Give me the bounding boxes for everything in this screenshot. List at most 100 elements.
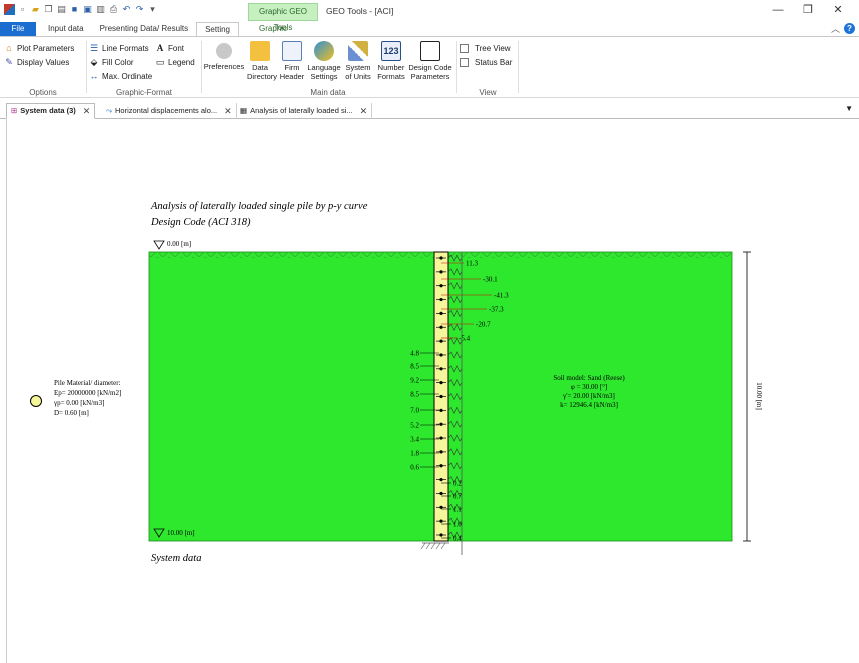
system-of-units-button[interactable]: System of Units [343, 41, 373, 81]
preferences-button[interactable]: Preferences [203, 41, 245, 72]
base-hatch-line [425, 542, 431, 550]
base-hatch-line [435, 542, 441, 550]
doc-tab-analysis[interactable]: ▦ Analysis of laterally loaded si... ✕ [236, 103, 373, 119]
base-hatch-line [430, 542, 436, 550]
soil-model-phi: φ = 30.00 [°] [571, 383, 607, 391]
close-tab-icon[interactable]: ✕ [224, 104, 232, 118]
title-bar: ▫ ▰ ❐ ▤ ■ ▣ ▥ ⎙ ↶ ↷ ▾ Graphic GEO Tools … [0, 0, 859, 32]
preferences-icon [216, 43, 232, 59]
close-tab-icon[interactable]: ✕ [83, 104, 91, 118]
restore-icon[interactable]: ❐ [793, 2, 823, 18]
fill-color-label: Fill Color [102, 57, 134, 67]
print-preview-icon[interactable]: ▥ [95, 4, 106, 15]
group-options: ⌂ Plot Parameters ✎ Display Values Optio… [4, 39, 82, 97]
doc-tab-label: Horizontal displacements alo... [115, 106, 218, 115]
pile-material-d: D= 0.60 [m] [54, 409, 89, 417]
group-main-data: Preferences Data Directory Firm Header L… [203, 39, 453, 97]
left-value-label: 5.2 [410, 422, 419, 430]
pile-material-heading: Pile Material/ diameter: [54, 379, 121, 387]
firm-header-button[interactable]: Firm Header [275, 41, 309, 81]
minimize-icon[interactable]: — [763, 2, 793, 18]
app-logo-icon[interactable] [4, 4, 15, 15]
language-settings-icon [314, 41, 334, 61]
design-code-icon [420, 41, 440, 61]
plot-parameters-label: Plot Parameters [17, 43, 75, 53]
pile-base-hatch [420, 542, 446, 550]
window-title: GEO Tools - [ACI] [326, 6, 394, 16]
drawing-canvas: 0.00 [m] 10.00 [m] 10.00 [m] Analysis of… [6, 119, 859, 663]
collapse-ribbon-icon[interactable]: ︿ [831, 22, 840, 35]
window-controls: — ❐ ✕ [763, 2, 853, 18]
close-icon[interactable]: ✕ [823, 2, 853, 18]
doc-tab-label: Analysis of laterally loaded si... [250, 106, 353, 115]
font-button[interactable]: A Font [155, 41, 195, 55]
firm-header-label-2: Header [279, 71, 305, 81]
left-value-label: 4.8 [410, 350, 419, 358]
left-value-label: 8.5 [410, 363, 419, 371]
tab-graphic[interactable]: Graphic [239, 22, 307, 36]
right-value-label: -30.1 [483, 276, 498, 284]
firm-header-icon [282, 41, 302, 61]
save-icon[interactable]: ■ [69, 4, 80, 15]
group-label-main-data: Main data [310, 88, 346, 97]
fill-color-button[interactable]: ⬙ Fill Color [89, 55, 152, 69]
max-ordinate-label: Max. Ordinate [102, 71, 153, 81]
group-label-options: Options [29, 88, 57, 97]
tree-view-checkbox[interactable]: Tree View [460, 41, 516, 55]
print-icon[interactable]: ⎙ [108, 4, 119, 15]
left-value-label: 3.4 [410, 436, 419, 444]
left-value-label: 7.0 [410, 407, 419, 415]
font-icon: A [156, 43, 164, 53]
design-code-parameters-button[interactable]: Design Code Parameters [407, 41, 453, 81]
data-directory-button[interactable]: Data Directory [247, 41, 277, 81]
doc-tab-horizontal-displacements[interactable]: ⤳ Horizontal displacements alo... ✕ [102, 103, 237, 119]
right-value-label: 11.3 [466, 260, 478, 268]
redo-icon[interactable]: ↷ [134, 4, 145, 15]
ribbon: ⌂ Plot Parameters ✎ Display Values Optio… [0, 36, 859, 98]
tab-setting[interactable]: Setting [196, 22, 239, 36]
line-formats-button[interactable]: ☰ Line Formats [89, 41, 152, 55]
status-bar-label: Status Bar [475, 57, 513, 67]
undo-icon[interactable]: ↶ [121, 4, 132, 15]
legend-button[interactable]: ▭ Legend [155, 55, 195, 69]
base-hatch-line [420, 542, 426, 550]
tab-presenting-data[interactable]: Presenting Data/ Results [92, 22, 197, 36]
tab-list-dropdown-icon[interactable]: ▼ [845, 104, 853, 113]
report-icon: ▦ [240, 106, 248, 115]
qat-dropdown-icon[interactable]: ▾ [147, 4, 158, 15]
doc-tab-system-data[interactable]: ⊞ System data (3) ✕ [6, 103, 96, 119]
left-value-label: 1.8 [410, 450, 419, 458]
right-value-label: 1.1 [453, 506, 462, 514]
plot-parameters-button[interactable]: ⌂ Plot Parameters [4, 41, 82, 55]
status-bar-checkbox[interactable]: Status Bar [460, 55, 516, 69]
line-formats-label: Line Formats [102, 43, 149, 53]
left-value-label: 9.2 [410, 377, 419, 385]
display-values-button[interactable]: ✎ Display Values [4, 55, 82, 69]
paste-icon[interactable]: ▤ [56, 4, 67, 15]
left-side-values: 4.8 8.5 9.2 8.5 7.0 5.2 3.4 1.8 0.6 [410, 350, 419, 472]
chart-icon: ⤳ [106, 106, 112, 115]
max-ordinate-button[interactable]: ↔ Max. Ordinate [89, 69, 153, 83]
number-formats-button[interactable]: 123 Number Formats [375, 41, 407, 81]
plot-parameters-icon: ⌂ [6, 43, 12, 53]
legend-label: Legend [168, 57, 195, 67]
new-icon[interactable]: ▫ [17, 4, 28, 15]
max-ordinate-icon: ↔ [89, 71, 99, 81]
tab-input-data[interactable]: Input data [40, 22, 92, 36]
status-bar-check-icon [460, 57, 469, 67]
document-tabs: ⊞ System data (3) ✕ ⤳ Horizontal displac… [0, 101, 859, 119]
save-as-icon[interactable]: ▣ [82, 4, 93, 15]
number-formats-icon: 123 [381, 41, 401, 61]
open-icon[interactable]: ▰ [30, 4, 41, 15]
right-value-label: -5.4 [459, 335, 471, 343]
copy-icon[interactable]: ❐ [43, 4, 54, 15]
tab-file[interactable]: File [0, 22, 36, 36]
language-settings-button[interactable]: Language Settings [307, 41, 341, 81]
help-icon[interactable]: ? [844, 23, 855, 34]
left-value-label: 0.6 [410, 464, 419, 472]
right-value-label: 1.0 [453, 521, 462, 529]
quick-access-toolbar: ▫ ▰ ❐ ▤ ■ ▣ ▥ ⎙ ↶ ↷ ▾ [4, 4, 158, 15]
close-tab-icon[interactable]: ✕ [360, 104, 368, 118]
drawing-title: Analysis of laterally loaded single pile… [150, 201, 368, 212]
group-label-view: View [479, 88, 497, 97]
